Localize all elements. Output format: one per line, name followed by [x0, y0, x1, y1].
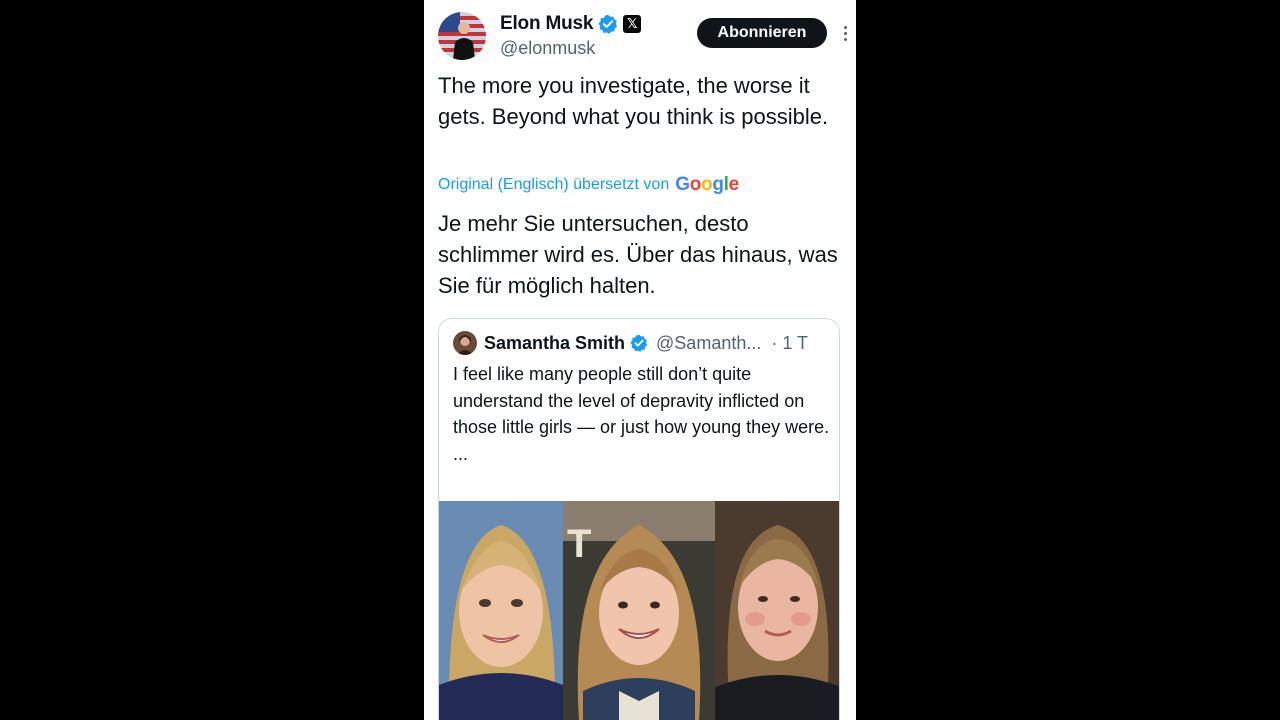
quote-timestamp[interactable]: · 1 T — [771, 333, 808, 354]
page: Elon Musk 𝕏 @elonmusk Abonnieren The mor… — [0, 0, 1280, 720]
quote-header: Samantha Smith @Samanth... · 1 T — [453, 331, 833, 355]
google-logo: Google — [675, 174, 739, 195]
author-name-block: Elon Musk 𝕏 @elonmusk — [500, 12, 642, 59]
quote-verified-badge-icon — [630, 334, 648, 352]
tweet-header: Elon Musk 𝕏 @elonmusk Abonnieren — [438, 12, 847, 62]
quote-text: I feel like many people still don’t quit… — [453, 361, 833, 467]
verified-badge-icon — [598, 14, 618, 34]
quote-author-name[interactable]: Samantha Smith — [484, 333, 625, 354]
x-org-badge-icon: 𝕏 — [623, 15, 642, 33]
tweet-text: The more you investigate, the worse it g… — [438, 73, 829, 129]
subscribe-button[interactable]: Abonnieren — [697, 18, 827, 48]
author-handle[interactable]: @elonmusk — [500, 38, 641, 59]
translated-text: Je mehr Sie untersuchen, desto schlimmer… — [438, 211, 838, 298]
quote-author-handle[interactable]: @Samanth... — [656, 333, 761, 354]
tweet-card: Elon Musk 𝕏 @elonmusk Abonnieren The mor… — [424, 0, 856, 720]
quote-ellipsis: ... — [453, 443, 469, 464]
translation-attribution[interactable]: Original (Englisch) übersetzt von Google — [438, 174, 739, 196]
more-dots-icon[interactable] — [838, 20, 852, 46]
quote-photo-1[interactable] — [439, 501, 563, 720]
svg-text:T: T — [567, 522, 591, 566]
quote-photo-2[interactable]: T — [563, 501, 715, 720]
translation-label[interactable]: Original (Englisch) übersetzt von — [438, 176, 669, 194]
quote-author-avatar[interactable] — [453, 331, 477, 355]
quoted-tweet[interactable]: Samantha Smith @Samanth... · 1 T I feel … — [438, 318, 840, 720]
quote-body: I feel like many people still don’t quit… — [453, 364, 830, 437]
author-name-row: Elon Musk 𝕏 — [500, 12, 642, 36]
quote-photo-strip[interactable]: T — [439, 501, 839, 720]
author-avatar[interactable] — [438, 12, 486, 60]
author-display-name[interactable]: Elon Musk — [500, 13, 593, 35]
quote-photo-3[interactable] — [715, 501, 839, 720]
